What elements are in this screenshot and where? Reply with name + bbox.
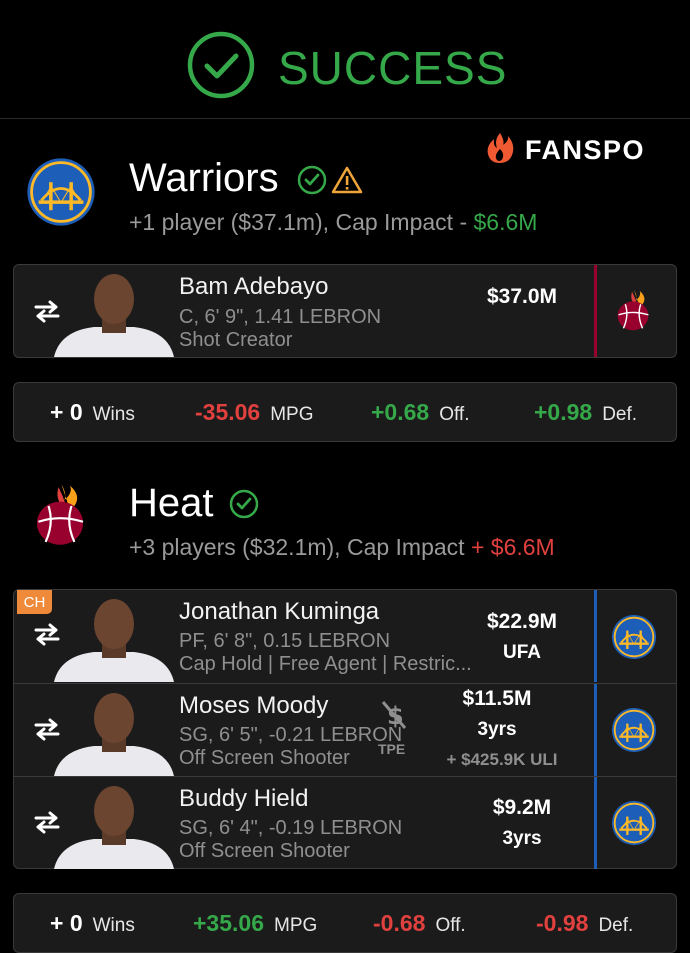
player-salary: $37.0M — [486, 285, 558, 308]
warriors-status-icons — [296, 164, 364, 201]
player-salary: $9.2M — [492, 796, 552, 819]
check-circle-icon — [228, 488, 260, 525]
team-name-warriors: Warriors — [129, 156, 279, 200]
stat-off-value: +0.68 — [371, 399, 430, 425]
stat-mpg: -35.06 MPG — [195, 399, 314, 426]
stat-wins-value: + 0 — [50, 399, 83, 425]
team-color-bar — [594, 265, 597, 357]
heat-cap-impact: + $6.6M — [470, 534, 555, 560]
heat-summary-text: +3 players ($32.1m), Cap Impact — [129, 534, 471, 560]
heat-team-logo — [24, 480, 96, 552]
warriors-stats-bar: + 0 Wins -35.06 MPG +0.68 Off. +0.98 Def. — [13, 382, 677, 442]
heat-summary: +3 players ($32.1m), Cap Impact + $6.6M — [129, 534, 555, 561]
stat-wins-label: Wins — [92, 915, 135, 936]
stat-off: -0.68 Off. — [373, 910, 466, 937]
flame-icon — [483, 131, 517, 170]
player-photo — [54, 267, 174, 357]
player-position-rating: SG, 6' 4", -0.19 LEBRON — [179, 817, 403, 839]
warriors-cap-impact: $6.6M — [473, 209, 538, 235]
stat-mpg-value: -35.06 — [195, 399, 261, 425]
player-row-kuminga[interactable]: Jonathan Kuminga PF, 6' 8", 0.15 LEBRON … — [14, 590, 676, 682]
no-money-icon: $ — [379, 698, 409, 737]
player-extra-cost: + $425.9K ULI — [446, 750, 558, 769]
player-role: Off Screen Shooter — [179, 840, 350, 862]
success-title: SUCCESS — [278, 41, 508, 94]
player-role: Shot Creator — [179, 329, 293, 351]
player-row-hield[interactable]: Buddy Hield SG, 6' 4", -0.19 LEBRON Off … — [14, 776, 676, 869]
brand-logo: FANSPO — [483, 131, 645, 170]
stat-def: -0.98 Def. — [536, 910, 633, 937]
stat-off-label: Off. — [439, 404, 470, 425]
stat-def-label: Def. — [598, 915, 634, 936]
player-contract-status: Cap Hold | Free Agent | Restric... — [179, 653, 472, 675]
warriors-logo — [611, 614, 657, 660]
player-position-rating: PF, 6' 8", 0.15 LEBRON — [179, 630, 391, 652]
warriors-trade-card: Bam Adebayo C, 6' 9", 1.41 LEBRON Shot C… — [13, 264, 677, 358]
cap-hold-badge: CH — [17, 590, 52, 614]
stat-def: +0.98 Def. — [534, 399, 637, 426]
warriors-logo — [611, 707, 657, 753]
player-contract-length: 3yrs — [502, 828, 542, 849]
warriors-summary-text: +1 player ($37.1m), Cap Impact - — [129, 209, 474, 235]
team-color-bar — [594, 777, 597, 869]
team-color-bar — [594, 684, 597, 776]
heat-stats-bar: + 0 Wins +35.06 MPG -0.68 Off. -0.98 Def. — [13, 893, 677, 953]
player-name[interactable]: Bam Adebayo — [179, 273, 328, 301]
success-check-icon — [186, 30, 256, 105]
team-name-heat: Heat — [129, 481, 214, 525]
player-name[interactable]: Buddy Hield — [179, 785, 308, 813]
player-role: Off Screen Shooter — [179, 747, 350, 769]
warning-icon — [330, 164, 364, 201]
stat-wins: + 0 Wins — [50, 910, 135, 937]
player-contract-length: 3yrs — [477, 719, 517, 740]
tpe-label: TPE — [378, 741, 406, 757]
player-photo — [54, 592, 174, 682]
stat-wins-label: Wins — [92, 404, 135, 425]
heat-trade-card: Jonathan Kuminga PF, 6' 8", 0.15 LEBRON … — [13, 589, 677, 869]
player-row-moody[interactable]: Moses Moody SG, 6' 5", -0.21 LEBRON Off … — [14, 683, 676, 776]
player-name[interactable]: Jonathan Kuminga — [179, 598, 379, 626]
stat-wins-value: + 0 — [50, 910, 83, 936]
stat-def-value: +0.98 — [534, 399, 593, 425]
player-contract-length: UFA — [503, 642, 541, 663]
team-color-bar — [594, 590, 597, 682]
player-row-adebayo[interactable]: Bam Adebayo C, 6' 9", 1.41 LEBRON Shot C… — [14, 265, 676, 357]
player-salary: $22.9M — [486, 610, 558, 633]
player-name[interactable]: Moses Moody — [179, 692, 328, 720]
stat-off: +0.68 Off. — [371, 399, 469, 426]
stat-def-label: Def. — [602, 404, 638, 425]
check-circle-icon — [296, 164, 328, 201]
stat-off-label: Off. — [435, 915, 466, 936]
player-photo — [54, 779, 174, 869]
player-salary: $11.5M — [462, 687, 532, 710]
success-banner: SUCCESS — [186, 30, 507, 105]
warriors-logo — [611, 800, 657, 846]
stat-mpg: +35.06 MPG — [193, 910, 317, 937]
heat-logo — [609, 287, 657, 335]
stat-mpg-label: MPG — [274, 915, 318, 936]
stat-def-value: -0.98 — [536, 910, 589, 936]
result-header: SUCCESS — [0, 0, 690, 119]
player-position-rating: SG, 6' 5", -0.21 LEBRON — [179, 724, 403, 746]
player-position-rating: C, 6' 9", 1.41 LEBRON — [179, 306, 382, 328]
stat-off-value: -0.68 — [373, 910, 426, 936]
brand-name: FANSPO — [525, 135, 646, 165]
stat-wins: + 0 Wins — [50, 399, 135, 426]
player-photo — [54, 686, 174, 776]
stat-mpg-value: +35.06 — [193, 910, 264, 936]
stat-mpg-label: MPG — [270, 404, 314, 425]
warriors-summary: +1 player ($37.1m), Cap Impact - $6.6M — [129, 209, 537, 236]
warriors-logo — [26, 157, 96, 227]
